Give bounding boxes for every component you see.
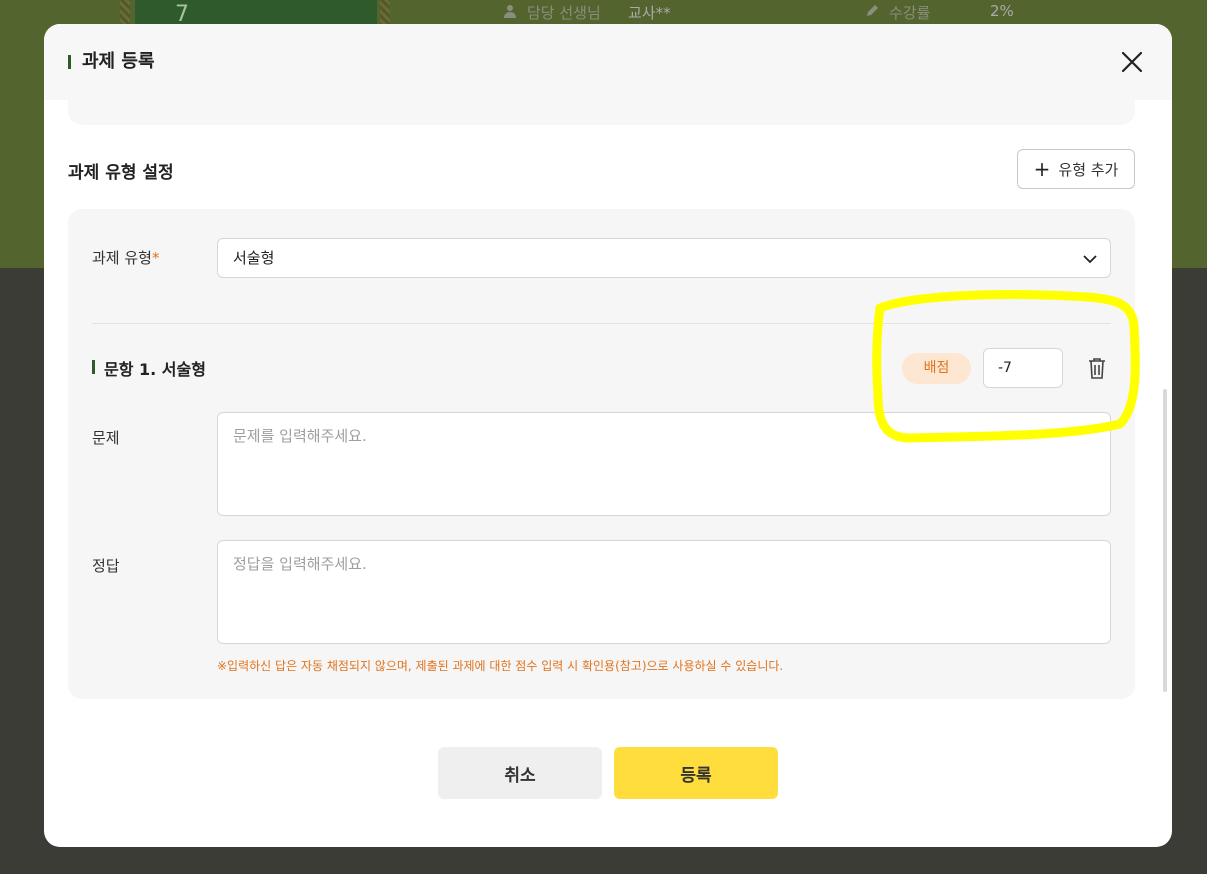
section-title: 과제 유형 설정 bbox=[68, 163, 174, 183]
modal-title: 과제 등록 bbox=[68, 50, 155, 74]
type-settings-panel: 과제 유형* 서술형 문항 1. 서술형 배점 문제 정답 ※입력하신 답은 자… bbox=[68, 209, 1135, 699]
close-icon bbox=[1121, 51, 1143, 73]
progress-label: 수강률 bbox=[889, 4, 931, 22]
problem-textarea[interactable] bbox=[217, 412, 1111, 516]
type-select[interactable]: 서술형 bbox=[217, 238, 1111, 278]
divider bbox=[92, 323, 1111, 324]
cancel-button[interactable]: 취소 bbox=[438, 747, 602, 799]
score-badge: 배점 bbox=[902, 353, 971, 384]
required-mark: * bbox=[151, 249, 160, 267]
scrollbar[interactable] bbox=[1163, 389, 1167, 692]
answer-textarea[interactable] bbox=[217, 540, 1111, 644]
score-input[interactable] bbox=[983, 348, 1063, 388]
plus-icon: + bbox=[1033, 157, 1051, 181]
trash-icon bbox=[1089, 358, 1105, 379]
progress-value: 2% bbox=[990, 2, 1014, 20]
delete-question-button[interactable] bbox=[1086, 356, 1108, 380]
previous-section-card bbox=[68, 84, 1135, 125]
teacher-value: 교사** bbox=[628, 4, 671, 22]
add-type-button[interactable]: + 유형 추가 bbox=[1017, 149, 1135, 189]
answer-notice: ※입력하신 답은 자동 채점되지 않으며, 제출된 과제에 대한 점수 입력 시… bbox=[217, 659, 784, 673]
submit-button[interactable]: 등록 bbox=[614, 747, 778, 799]
teacher-label: 담당 선생님 bbox=[527, 4, 601, 22]
type-field-label: 과제 유형* bbox=[92, 247, 159, 268]
problem-label: 문제 bbox=[92, 429, 120, 447]
close-button[interactable] bbox=[1120, 50, 1144, 74]
answer-label: 정답 bbox=[92, 557, 120, 575]
chevron-down-icon bbox=[1083, 255, 1097, 264]
person-icon bbox=[503, 4, 517, 18]
pencil-icon bbox=[865, 4, 879, 18]
type-select-value: 서술형 bbox=[233, 249, 275, 267]
type-label-text: 과제 유형 bbox=[92, 249, 152, 267]
assignment-register-modal: 과제 등록 과제 유형 설정 + 유형 추가 과제 유형* 서술형 문항 1. … bbox=[44, 24, 1172, 847]
question-title: 문항 1. 서술형 bbox=[92, 356, 206, 380]
add-type-label: 유형 추가 bbox=[1058, 160, 1119, 179]
